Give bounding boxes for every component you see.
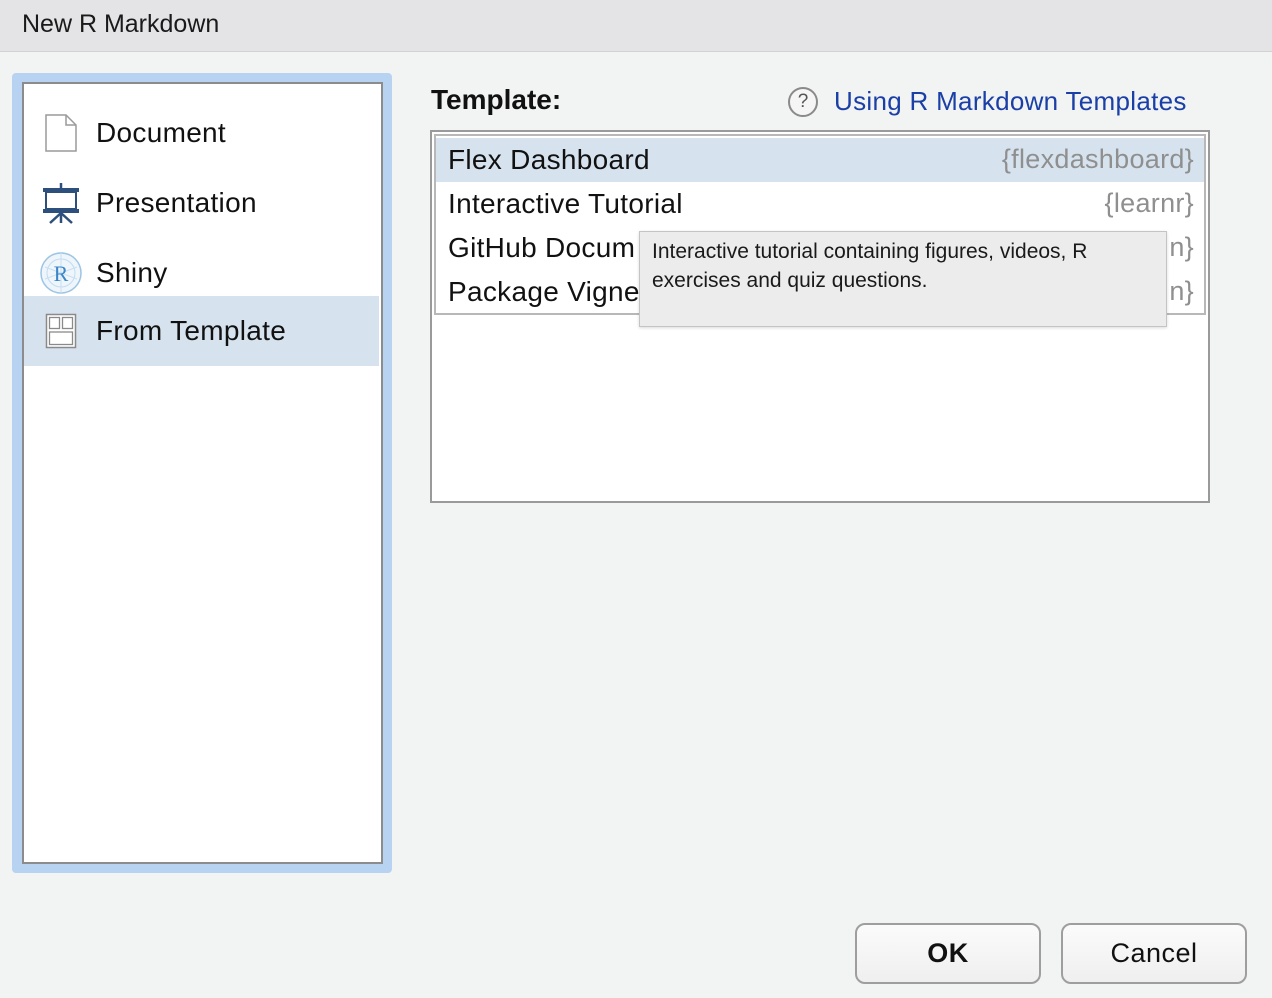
template-package: {flexdashboard} <box>1001 144 1194 174</box>
template-heading: Template: <box>431 84 562 115</box>
template-name: Flex Dashboard <box>448 144 650 175</box>
help-link[interactable]: ? Using R Markdown Templates <box>788 86 1187 117</box>
cancel-button[interactable]: Cancel <box>1061 923 1247 984</box>
type-item-label: Shiny <box>96 257 168 288</box>
template-package: n} <box>1169 232 1194 262</box>
title-bar: New R Markdown <box>0 0 1272 52</box>
window-title: New R Markdown <box>22 10 220 38</box>
svg-text:R: R <box>54 261 69 286</box>
template-row-flex-dashboard[interactable]: Flex Dashboard {flexdashboard} <box>436 138 1204 182</box>
template-package: n} <box>1169 276 1194 306</box>
template-name: Interactive Tutorial <box>448 188 683 219</box>
template-tooltip: Interactive tutorial containing figures,… <box>639 231 1167 327</box>
type-item-label: Document <box>96 117 227 148</box>
help-link-text[interactable]: Using R Markdown Templates <box>834 86 1187 117</box>
shiny-icon: R <box>38 250 84 296</box>
type-item-document[interactable]: Document <box>24 98 379 168</box>
type-item-label: Presentation <box>96 187 257 218</box>
help-icon: ? <box>788 86 818 117</box>
document-icon <box>38 110 84 156</box>
template-icon <box>38 308 84 354</box>
type-list[interactable]: Document Presentation R Shiny From Templ… <box>22 82 383 864</box>
ok-button[interactable]: OK <box>855 923 1041 984</box>
new-r-markdown-dialog: New R Markdown Document Presentation R S… <box>0 0 1272 998</box>
type-item-label: From Template <box>96 315 287 346</box>
template-name: Package Vigne <box>448 276 640 307</box>
presentation-icon <box>38 180 84 226</box>
template-name: GitHub Docum <box>448 232 636 263</box>
type-item-from-template[interactable]: From Template <box>24 296 379 366</box>
type-item-presentation[interactable]: Presentation <box>24 168 379 238</box>
template-package: {learnr} <box>1104 188 1194 218</box>
template-row-interactive-tutorial[interactable]: Interactive Tutorial {learnr} <box>436 182 1204 226</box>
